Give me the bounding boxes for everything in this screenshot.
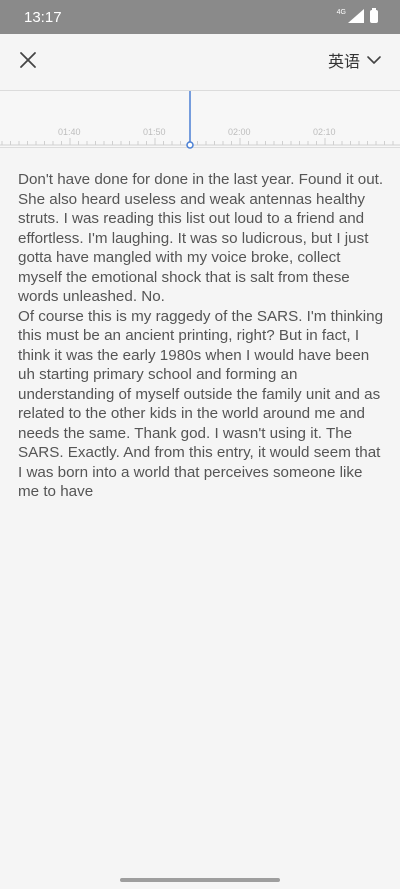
toolbar: 英语: [0, 34, 400, 86]
transcript-paragraph: Don't have done for done in the last yea…: [18, 171, 384, 305]
status-icons: 4G: [336, 7, 378, 23]
battery-icon: [370, 7, 378, 23]
timeline-ruler: [0, 91, 400, 149]
timeline-label: 01:50: [143, 127, 166, 137]
timeline-label: 01:40: [58, 127, 81, 137]
playhead-dot: [186, 141, 194, 149]
audio-timeline[interactable]: 01:40 01:50 02:00 02:10: [0, 90, 400, 149]
transcript-text: Don't have done for done in the last yea…: [18, 170, 384, 502]
status-time: 13:17: [24, 9, 62, 26]
status-bar: 13:17 4G: [0, 0, 400, 34]
close-icon[interactable]: [16, 48, 40, 72]
language-label: 英语: [327, 54, 360, 71]
language-selector[interactable]: 英语: [328, 48, 382, 72]
timeline-label: 02:10: [313, 127, 336, 137]
home-indicator[interactable]: [120, 878, 280, 882]
signal-icon: [348, 9, 364, 23]
transcript-paragraph: Of course this is my raggedy of the SARS…: [18, 307, 384, 501]
chevron-down-icon: [367, 56, 381, 64]
network-type-label: 4G: [336, 8, 346, 16]
timeline-label: 02:00: [228, 127, 251, 137]
